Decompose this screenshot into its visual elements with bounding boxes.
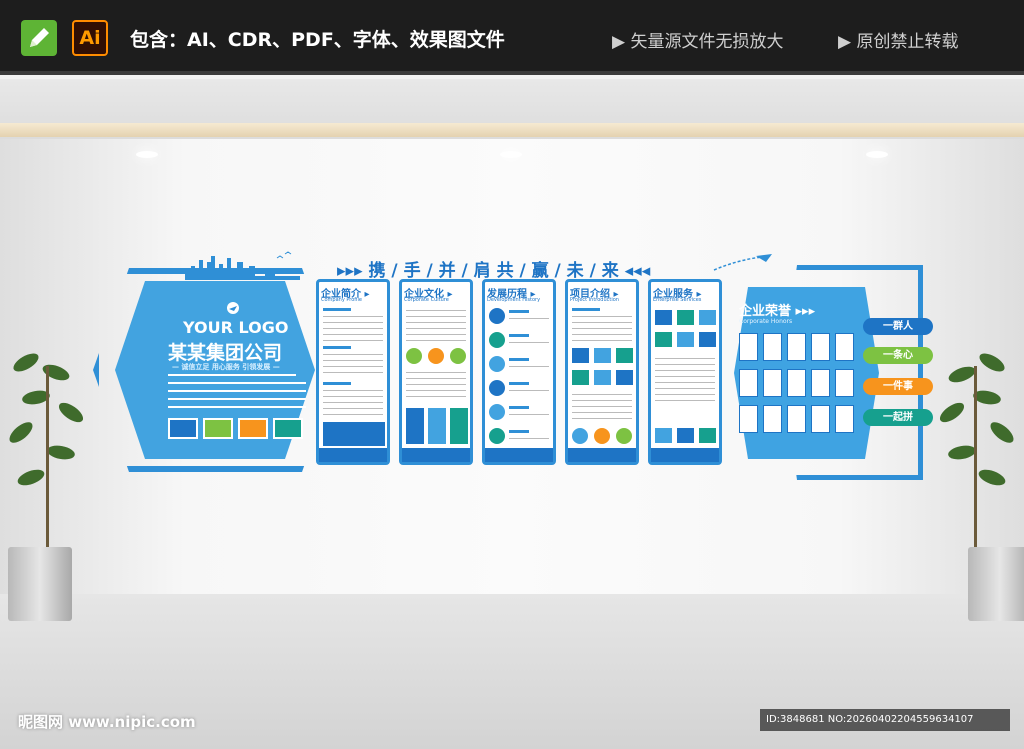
motto-pill: 一条心 [863, 347, 933, 364]
copyright-note: ▶ 原创禁止转载 [838, 32, 959, 52]
panel-footer [651, 448, 719, 462]
color-block [203, 418, 233, 439]
plant-right [928, 346, 1023, 551]
text-line [168, 398, 306, 400]
plane-icon [713, 254, 773, 271]
honor-card [811, 369, 830, 397]
plant-pot-right [968, 547, 1024, 621]
circle-dot [428, 348, 444, 364]
honors-title: 企业荣誉 ▸▸▸ [739, 304, 816, 319]
panel-footer [568, 448, 636, 462]
panel-subtitle: Development History [487, 297, 541, 303]
ceiling-light [866, 151, 888, 158]
text-line [168, 390, 306, 392]
honor-card [811, 405, 830, 433]
logo-text: YOUR LOGO [183, 318, 289, 337]
site-watermark: 昵图网 www.nipic.com [18, 713, 196, 731]
text-bar [323, 346, 351, 349]
text-bar [323, 308, 351, 311]
text-line [168, 374, 296, 376]
file-includes-text: 包含：AI、CDR、PDF、字体、效果图文件 [130, 29, 505, 51]
honor-card [835, 369, 854, 397]
honor-card [763, 369, 782, 397]
honor-card [787, 333, 806, 361]
logo-mark-icon [227, 302, 239, 314]
honor-card [739, 333, 758, 361]
color-block [273, 418, 303, 439]
panel-footer [485, 448, 553, 462]
company-name: 某某集团公司 [168, 342, 283, 364]
text-line [168, 382, 306, 384]
motto-pill: 一群人 [863, 318, 933, 335]
honor-card [763, 405, 782, 433]
top-banner: Ai 包含：AI、CDR、PDF、字体、效果图文件 ▶ 矢量源文件无损放大 ▶ … [0, 0, 1024, 75]
color-block [238, 418, 268, 439]
image-block [323, 422, 385, 446]
ceiling-light [500, 151, 522, 158]
panel-enterprise-services: 企业服务 ▸ Enterprise Services [648, 279, 722, 465]
ceiling-light [136, 151, 158, 158]
panel-subtitle: Corporate Culture [404, 297, 449, 303]
image-id-label: ID:3848681 NO:20260402204559634107 [760, 709, 1010, 731]
honor-card [835, 333, 854, 361]
motto-pill: 一起拼 [863, 409, 933, 426]
panel-subtitle: Company Profile [321, 297, 362, 303]
honor-card [787, 369, 806, 397]
honor-card [811, 333, 830, 361]
slogan-title: ▸▸▸ 携 / 手 / 并 / 肩 共 / 赢 / 未 / 来 ◂◂◂ [337, 261, 651, 281]
pen-icon [21, 20, 57, 56]
honor-card [739, 369, 758, 397]
panel-subtitle: Enterprise Services [653, 297, 702, 303]
honor-card [787, 405, 806, 433]
text-line [168, 406, 306, 408]
honors-subtitle: Corporate Honors [739, 318, 793, 325]
ceiling-trim [0, 123, 1024, 137]
panel-company-profile: 企业简介 ▸ Company Profile [316, 279, 390, 465]
color-block [168, 418, 198, 439]
illustrator-icon: Ai [72, 20, 108, 56]
honor-card [835, 405, 854, 433]
panel-development-history: 发展历程 ▸ Development History [482, 279, 556, 465]
panel-footer [319, 448, 387, 462]
city-skyline-icon [185, 251, 300, 280]
honor-card [763, 333, 782, 361]
circle-dot [406, 348, 422, 364]
text-bar [323, 382, 351, 385]
motto-pill: 一件事 [863, 378, 933, 395]
company-slogan: — 诚信立足 用心服务 引领发展 — [172, 363, 280, 371]
plant-pot-left [8, 547, 72, 621]
panel-footer [402, 448, 470, 462]
panel-subtitle: Project Introduction [570, 297, 619, 303]
honor-card [739, 405, 758, 433]
panel-project-introduction: 项目介绍 ▸ Project Introduction [565, 279, 639, 465]
vector-note: ▶ 矢量源文件无损放大 [612, 32, 784, 52]
panel-corporate-culture: 企业文化 ▸ Corporate Culture [399, 279, 473, 465]
circle-dot [450, 348, 466, 364]
plant-left [2, 346, 97, 551]
